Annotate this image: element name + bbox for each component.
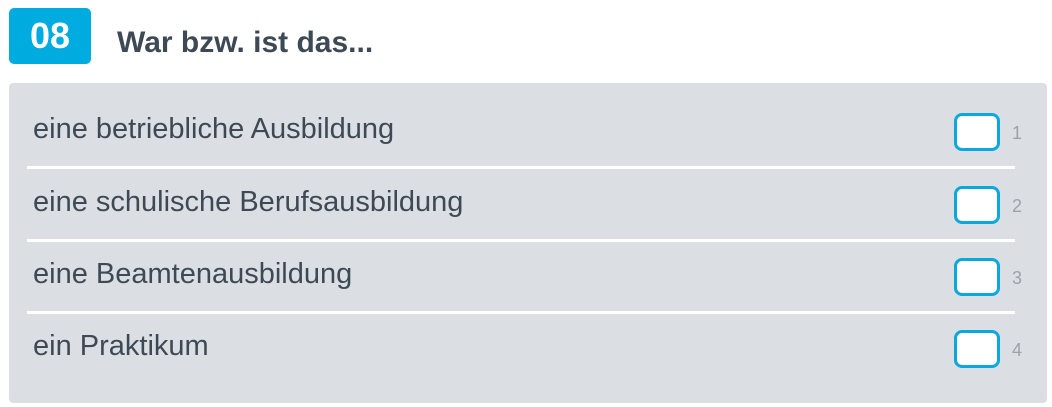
option-code: 3 (1012, 268, 1023, 288)
question-number-badge: 08 (9, 8, 91, 64)
option-code: 4 (1012, 340, 1023, 360)
option-row[interactable]: eine schulische Berufsausbildung 2 (27, 170, 1022, 242)
question-title: War bzw. ist das... (117, 26, 374, 59)
option-checkbox[interactable] (954, 258, 1000, 296)
row-divider (27, 166, 1015, 169)
option-checkbox[interactable] (954, 330, 1000, 368)
option-code: 2 (1012, 196, 1023, 216)
option-label: eine betriebliche Ausbildung (33, 113, 395, 145)
option-code: 1 (1012, 123, 1023, 143)
option-label: eine schulische Berufsausbildung (33, 186, 464, 218)
option-row[interactable]: eine betriebliche Ausbildung 1 (27, 97, 1022, 169)
option-row[interactable]: ein Praktikum 4 (27, 314, 1022, 386)
option-checkbox[interactable] (954, 186, 1000, 224)
options-panel: eine betriebliche Ausbildung 1 eine schu… (9, 83, 1047, 403)
option-label: ein Praktikum (33, 330, 209, 362)
option-label: eine Beamtenausbildung (33, 258, 353, 290)
option-checkbox[interactable] (954, 113, 1000, 151)
option-row[interactable]: eine Beamtenausbildung 3 (27, 242, 1022, 314)
